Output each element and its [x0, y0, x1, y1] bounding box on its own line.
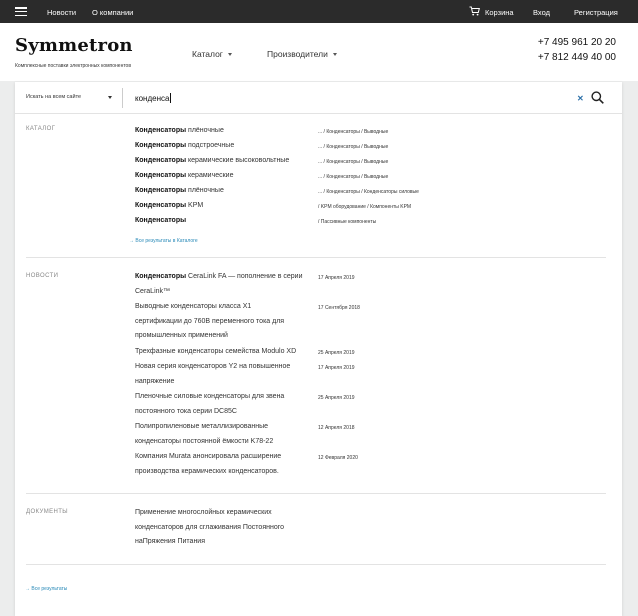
catalog-path[interactable]: ... / Конденсаторы / Выводные — [318, 144, 388, 150]
list-item[interactable]: Применение многослойных керамических конд… — [135, 506, 284, 550]
list-item[interactable]: Пленочные силовые конденсаторы для звена… — [135, 390, 284, 419]
news-date: 12 Апреля 2018 — [318, 425, 355, 431]
list-item[interactable]: Выводные конденсаторы класса X1 сертифика… — [135, 300, 284, 344]
logo[interactable]: Symmetron — [15, 35, 133, 56]
nav-news-link[interactable]: Новости — [47, 8, 76, 17]
list-item[interactable]: Конденсаторы керамические — [135, 169, 233, 184]
chevron-down-icon — [227, 53, 232, 57]
menu-icon[interactable] — [15, 7, 27, 17]
search-icon[interactable] — [591, 91, 604, 104]
catalog-menu[interactable]: Каталог — [192, 49, 232, 59]
catalog-path[interactable]: / KPM оборудование / Компоненты KPM — [318, 204, 411, 210]
list-item[interactable]: Конденсаторы плёночные — [135, 124, 224, 139]
phone-moscow[interactable]: +7 495 961 20 20 — [538, 37, 616, 48]
chevron-down-icon[interactable] — [108, 96, 112, 99]
catalog-path[interactable]: ... / Конденсаторы / Конденсаторы силовы… — [318, 189, 419, 195]
cart-link[interactable]: Корзина — [485, 8, 514, 17]
divider — [26, 493, 606, 494]
documents-section-label: ДОКУМЕНТЫ — [26, 509, 69, 515]
top-bar: Новости О компании Корзина Вход Регистра… — [0, 0, 638, 23]
list-item[interactable]: Компания Murata анонсировала расширение п… — [135, 450, 281, 479]
manufacturers-menu-label: Производители — [267, 49, 328, 59]
catalog-all-results-link[interactable]: → Все результаты в Каталоге — [129, 238, 198, 244]
search-scope-select[interactable]: Искать на всем сайте — [26, 94, 81, 100]
news-date: 17 Апреля 2019 — [318, 365, 355, 371]
search-input[interactable]: конденса — [135, 93, 171, 103]
register-link[interactable]: Регистрация — [574, 8, 618, 17]
divider — [26, 564, 606, 565]
close-icon[interactable]: ✕ — [577, 94, 584, 103]
list-item[interactable]: Новая серия конденсаторов Y2 на повышенн… — [135, 360, 290, 389]
catalog-section-label: КАТАЛОГ — [26, 126, 56, 132]
manufacturers-menu[interactable]: Производители — [267, 49, 337, 59]
cart-icon[interactable] — [469, 6, 480, 16]
divider — [26, 257, 606, 258]
search-results-panel: Искать на всем сайте конденса ✕ КАТАЛОГ … — [15, 82, 622, 616]
divider — [122, 88, 123, 108]
catalog-path[interactable]: ... / Конденсаторы / Выводные — [318, 129, 388, 135]
news-date: 25 Апреля 2019 — [318, 350, 355, 356]
catalog-path[interactable]: ... / Конденсаторы / Выводные — [318, 174, 388, 180]
all-results-link[interactable]: → Все результаты — [25, 586, 67, 592]
phone-spb[interactable]: +7 812 449 40 00 — [538, 52, 616, 63]
list-item[interactable]: Трехфазные конденсаторы семейства Modulo… — [135, 345, 296, 360]
list-item[interactable]: Конденсаторы CeraLink FA — пополнение в … — [135, 270, 302, 299]
tagline: Комплексные поставки электронных компоне… — [15, 63, 131, 69]
search-bar: Искать на всем сайте конденса ✕ — [15, 82, 622, 114]
list-item[interactable]: Конденсаторы — [135, 214, 186, 229]
news-date: 17 Сентября 2018 — [318, 305, 360, 311]
news-date: 12 Февраля 2020 — [318, 455, 358, 461]
list-item[interactable]: Конденсаторы KPM — [135, 199, 203, 214]
news-date: 25 Апреля 2019 — [318, 395, 355, 401]
catalog-path[interactable]: / Пассивные компоненты — [318, 219, 376, 225]
chevron-down-icon — [332, 53, 337, 57]
catalog-menu-label: Каталог — [192, 49, 223, 59]
site-header: Symmetron Комплексные поставки электронн… — [0, 23, 638, 81]
list-item[interactable]: Конденсаторы подстроечные — [135, 139, 234, 154]
news-section-label: НОВОСТИ — [26, 273, 59, 279]
nav-about-link[interactable]: О компании — [92, 8, 133, 17]
list-item[interactable]: Конденсаторы керамические высоковольтные — [135, 154, 289, 169]
list-item[interactable]: Полипропиленовые металлизированные конден… — [135, 420, 273, 449]
list-item[interactable]: Конденсаторы плёночные — [135, 184, 224, 199]
login-link[interactable]: Вход — [533, 8, 550, 17]
catalog-path[interactable]: ... / Конденсаторы / Выводные — [318, 159, 388, 165]
news-date: 17 Апреля 2019 — [318, 275, 355, 281]
